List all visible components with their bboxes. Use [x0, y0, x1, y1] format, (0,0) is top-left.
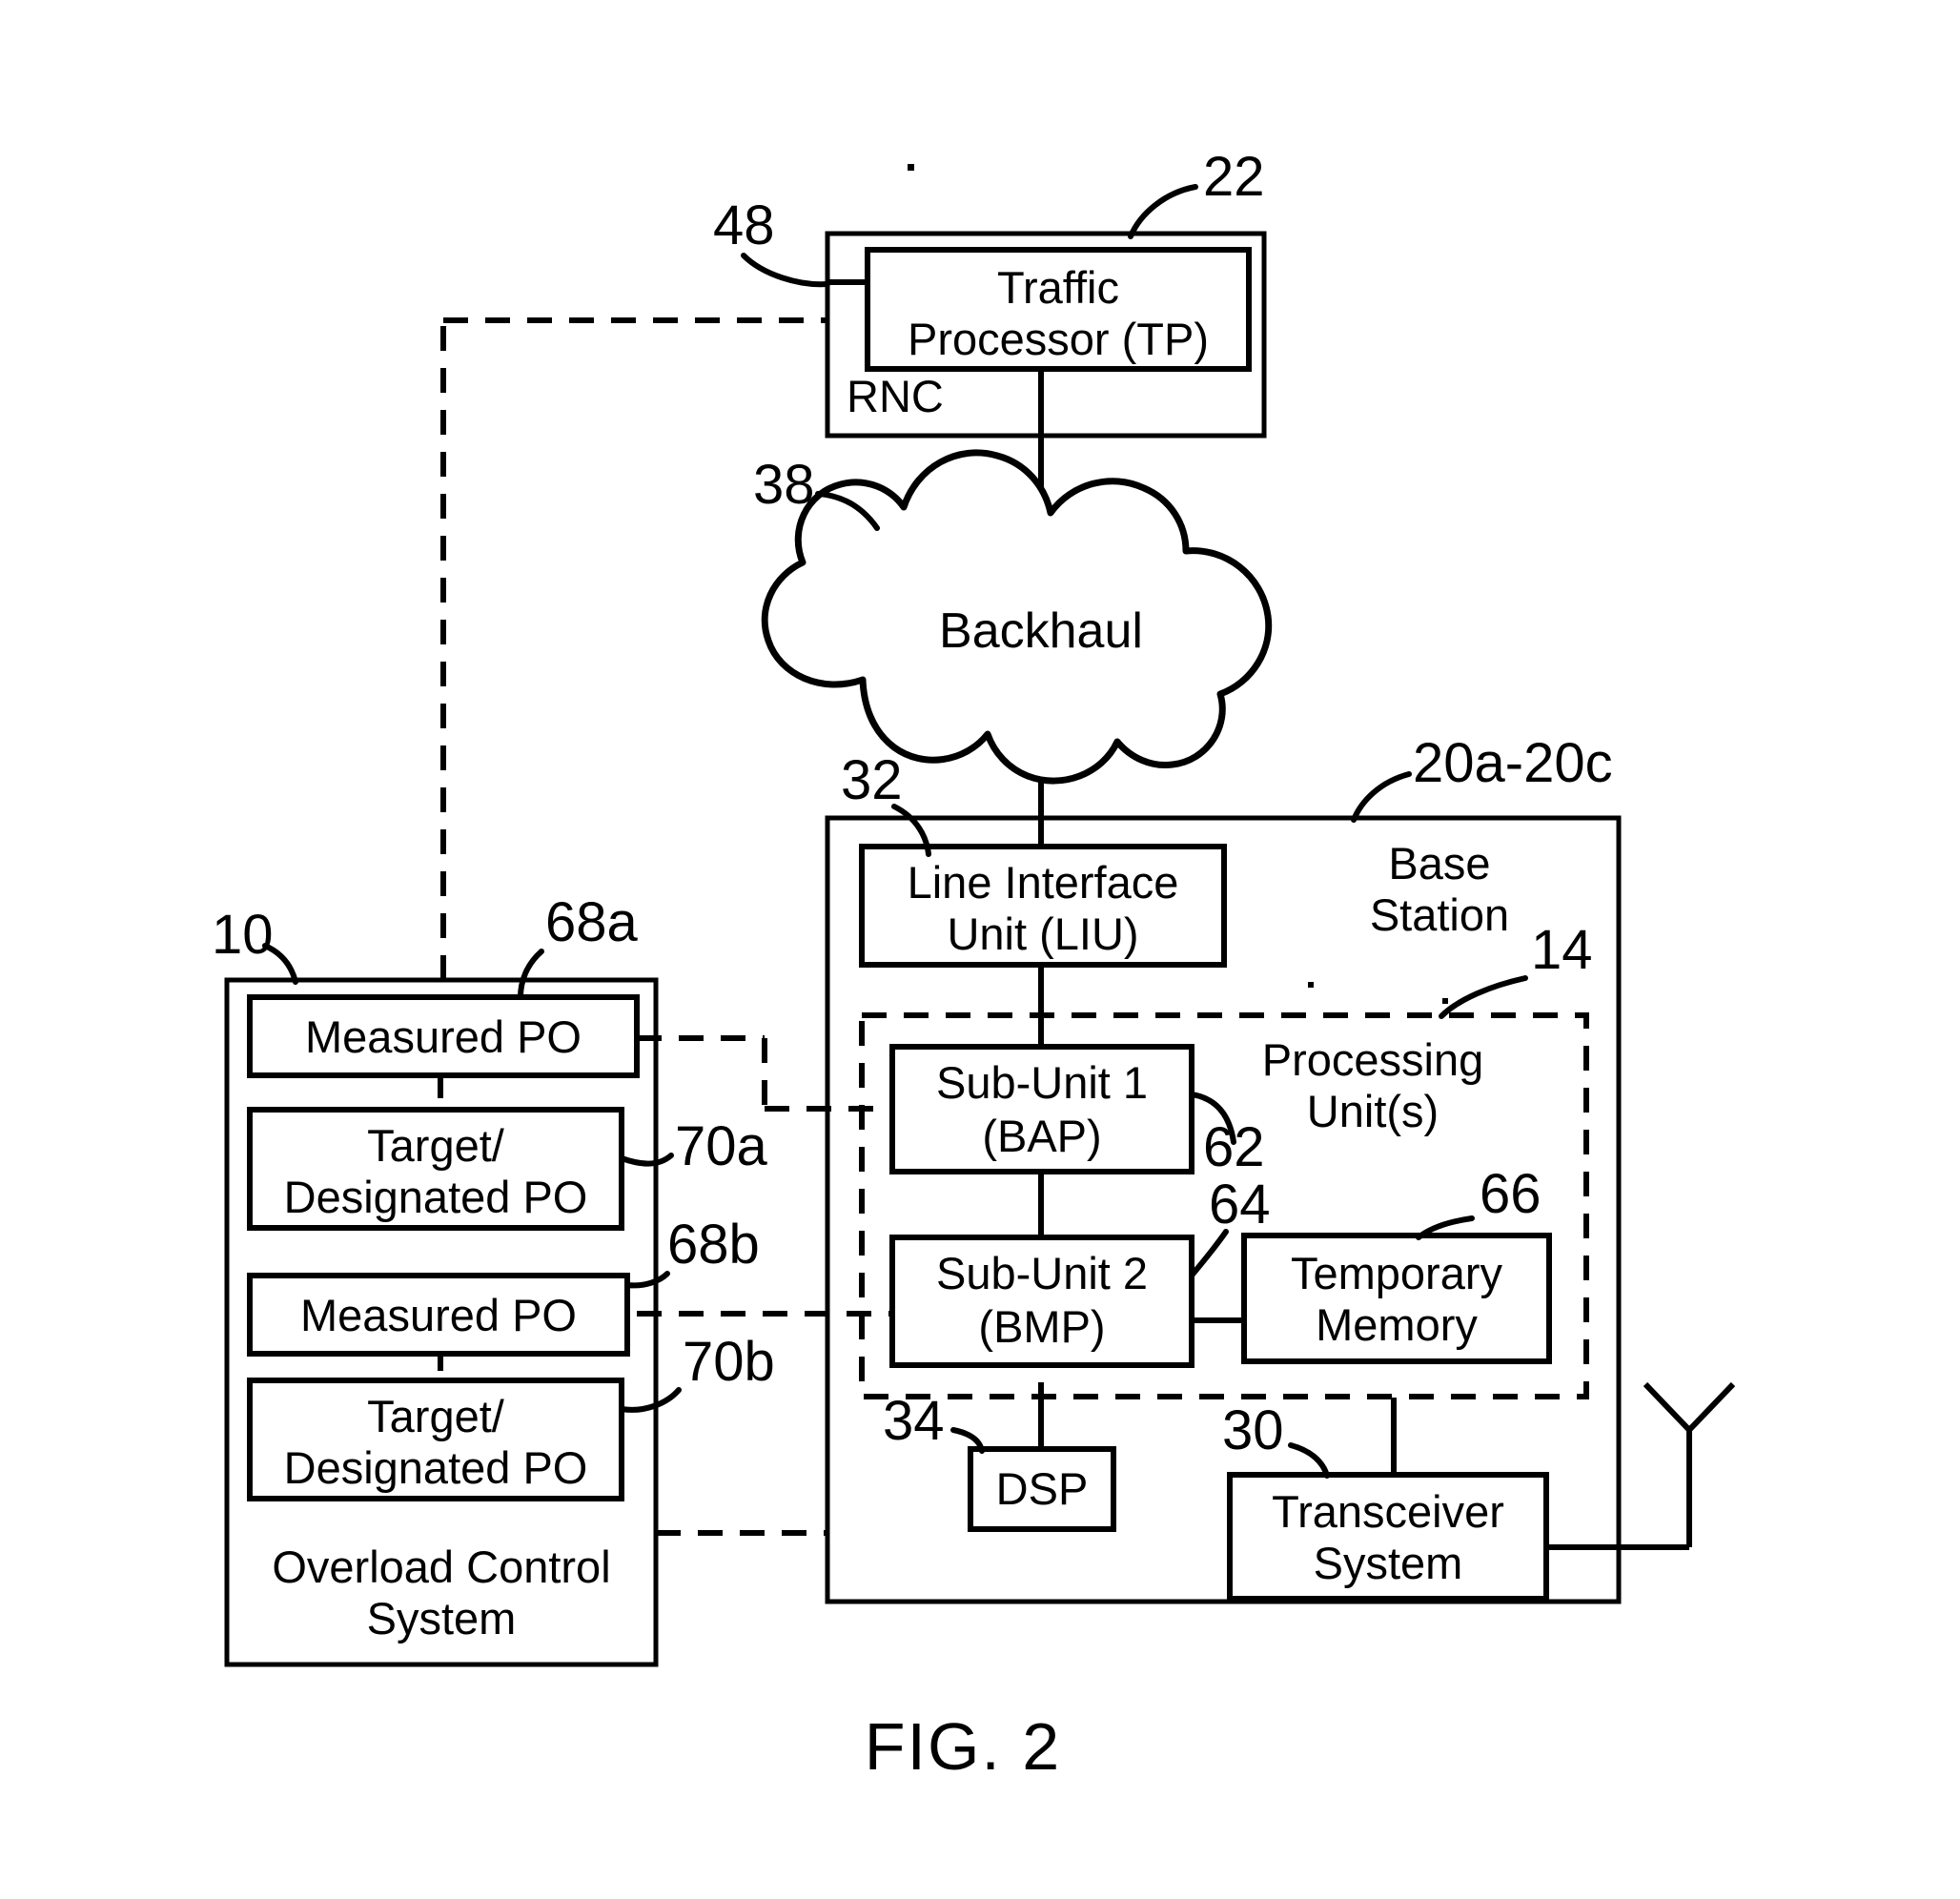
temporary-memory-label-line2: Memory [1316, 1299, 1478, 1350]
ref-64-label: 64 [1209, 1174, 1271, 1235]
measured-po-a-label: Measured PO [305, 1011, 582, 1062]
overload-control-label-line1: Overload Control [272, 1542, 610, 1592]
rnc-label: RNC [847, 371, 944, 421]
ref-68a-label: 68a [545, 891, 639, 953]
patent-figure: RNC Traffic Processor (TP) 22 48 Backhau… [0, 0, 1960, 1899]
measured-po-b-label: Measured PO [300, 1290, 577, 1340]
overload-control-label-line2: System [367, 1593, 517, 1644]
liu-label-line1: Line Interface [908, 857, 1179, 908]
target-po-a-label-line2: Designated PO [284, 1172, 588, 1222]
temporary-memory-label-line1: Temporary [1291, 1248, 1503, 1298]
traffic-processor-label-line2: Processor (TP) [908, 314, 1209, 364]
target-po-a-label-line1: Target/ [367, 1120, 505, 1171]
ref-34-label: 34 [883, 1390, 945, 1452]
figure-2-diagram: RNC Traffic Processor (TP) 22 48 Backhau… [212, 146, 1736, 1784]
ref-30-leader [1288, 1442, 1330, 1479]
liu-label-line2: Unit (LIU) [947, 909, 1138, 959]
processing-units-label-line2: Unit(s) [1307, 1086, 1439, 1136]
base-station-label-line2: Station [1370, 889, 1509, 940]
traffic-processor-label-line1: Traffic [997, 262, 1119, 313]
backhaul-label: Backhaul [939, 603, 1143, 659]
connector-transceiver-to-antenna [1546, 1381, 1736, 1550]
ref-70b-label: 70b [683, 1331, 775, 1393]
transceiver-label-line2: System [1314, 1538, 1463, 1588]
ref-48-label: 48 [713, 194, 775, 256]
ref-20a-20c-leader [1351, 771, 1412, 823]
ref-22-leader [1128, 184, 1198, 239]
ref-68a-leader [518, 949, 544, 1000]
ref-70b-leader [619, 1387, 682, 1413]
scan-speck [908, 164, 914, 171]
connector-measured-po-a-to-subunit1 [637, 1035, 892, 1112]
ref-66-label: 66 [1480, 1163, 1541, 1225]
processing-units-label-line1: Processing [1262, 1034, 1484, 1085]
ref-64-leader [1189, 1229, 1229, 1278]
sub-unit-1-label-line2: (BAP) [982, 1111, 1101, 1161]
ref-70a-label: 70a [675, 1115, 768, 1177]
ref-14-label: 14 [1531, 919, 1593, 981]
target-po-b-label-line2: Designated PO [284, 1442, 588, 1493]
ref-10-label: 10 [212, 904, 274, 966]
ref-48-leader [741, 253, 830, 288]
sub-unit-1-label-line1: Sub-Unit 1 [936, 1057, 1148, 1108]
sub-unit-2-label-line2: (BMP) [978, 1301, 1105, 1352]
ref-62-label: 62 [1203, 1116, 1265, 1178]
ref-32-label: 32 [841, 749, 903, 811]
scan-speck [1442, 998, 1448, 1004]
transceiver-label-line1: Transceiver [1272, 1486, 1504, 1537]
ref-68b-label: 68b [667, 1214, 760, 1276]
ref-22-label: 22 [1203, 146, 1265, 208]
ref-38-label: 38 [753, 454, 815, 516]
scan-speck [1308, 982, 1314, 988]
ref-70a-leader [619, 1153, 674, 1167]
ref-14-leader [1439, 975, 1528, 1019]
figure-caption: FIG. 2 [865, 1709, 1061, 1784]
sub-unit-2-label-line1: Sub-Unit 2 [936, 1248, 1148, 1298]
target-po-b-label-line1: Target/ [367, 1391, 505, 1441]
ref-68b-leader [624, 1271, 670, 1289]
base-station-label-line1: Base [1388, 838, 1490, 888]
ref-20a-20c-label: 20a-20c [1413, 732, 1613, 794]
ref-30-label: 30 [1222, 1399, 1284, 1461]
dsp-label: DSP [996, 1463, 1089, 1514]
